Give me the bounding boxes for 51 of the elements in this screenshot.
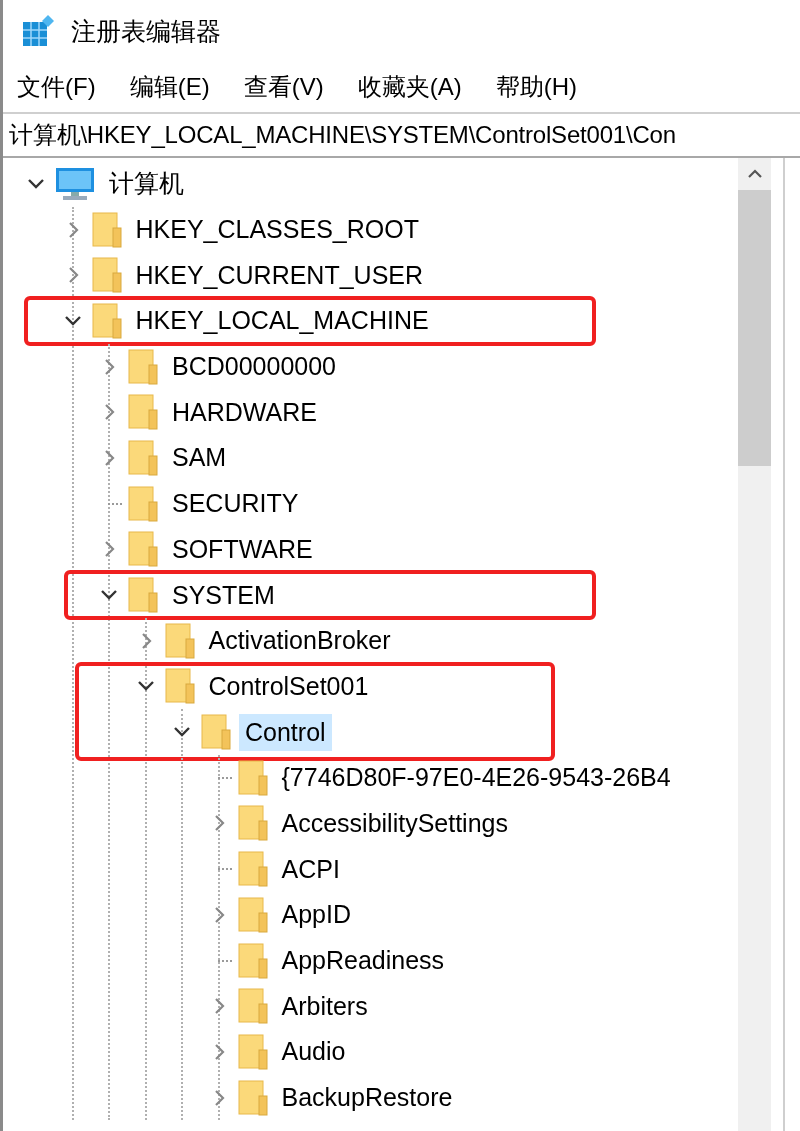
- computer-icon: [55, 166, 95, 201]
- folder-icon: [237, 896, 268, 933]
- menu-item[interactable]: 编辑(E): [129, 71, 210, 103]
- tree-item[interactable]: HKEY_LOCAL_MACHINE: [129, 302, 435, 340]
- tree-item[interactable]: BCD00000000: [166, 348, 342, 386]
- tree-item[interactable]: {7746D80F-97E0-4E26-9543-26B4: [275, 759, 677, 797]
- folder-icon: [91, 257, 122, 294]
- tree-item[interactable]: 计算机: [103, 163, 190, 205]
- folder-icon: [237, 805, 268, 842]
- menu-item[interactable]: 收藏夹(A): [357, 71, 462, 103]
- tree-item[interactable]: SYSTEM: [166, 576, 281, 614]
- registry-editor-icon: [21, 14, 55, 48]
- folder-icon: [237, 759, 268, 796]
- folder-icon: [201, 714, 231, 751]
- tree-item[interactable]: BackupRestore: [275, 1079, 459, 1117]
- tree-item[interactable]: Arbiters: [275, 987, 374, 1025]
- tree-item[interactable]: AppReadiness: [275, 942, 451, 980]
- tree-item[interactable]: SECURITY: [166, 485, 305, 523]
- scrollbar-thumb[interactable]: [738, 190, 771, 466]
- menu-item[interactable]: 文件(F): [17, 71, 96, 103]
- tree-item[interactable]: HKEY_CLASSES_ROOT: [129, 211, 425, 249]
- tree-item[interactable]: ControlSet001: [202, 667, 375, 705]
- folder-icon: [128, 348, 158, 385]
- tree-item[interactable]: Control: [239, 713, 332, 751]
- tree-item[interactable]: SAM: [166, 439, 233, 477]
- folder-icon: [128, 394, 158, 431]
- folder-icon: [237, 942, 268, 979]
- menu-item[interactable]: 帮助(H): [495, 71, 577, 103]
- folder-icon: [128, 439, 158, 476]
- folder-icon: [237, 1079, 268, 1116]
- folder-icon: [164, 622, 195, 659]
- window-title: 注册表编辑器: [71, 15, 221, 47]
- tree-item[interactable]: ActivationBroker: [202, 622, 397, 660]
- tree-item[interactable]: Audio: [275, 1033, 352, 1071]
- tree-item[interactable]: SOFTWARE: [166, 530, 319, 568]
- tree-item[interactable]: AccessibilitySettings: [275, 804, 514, 842]
- menu-item[interactable]: 查看(V): [243, 71, 324, 103]
- folder-icon: [91, 302, 122, 339]
- tree-item[interactable]: HARDWARE: [166, 393, 323, 431]
- folder-icon: [91, 211, 122, 248]
- folder-icon: [237, 1033, 268, 1070]
- address-field[interactable]: 计算机\HKEY_LOCAL_MACHINE\SYSTEM\ControlSet001\Con: [3, 112, 800, 158]
- tree-item[interactable]: ACPI: [275, 850, 346, 888]
- tree-item[interactable]: AppID: [275, 896, 357, 934]
- folder-icon: [128, 485, 158, 522]
- tree-item[interactable]: HKEY_CURRENT_USER: [129, 256, 430, 294]
- folder-icon: [128, 531, 158, 568]
- folder-icon: [164, 668, 195, 705]
- folder-icon: [237, 851, 268, 888]
- folder-icon: [128, 577, 158, 614]
- folder-icon: [237, 988, 268, 1025]
